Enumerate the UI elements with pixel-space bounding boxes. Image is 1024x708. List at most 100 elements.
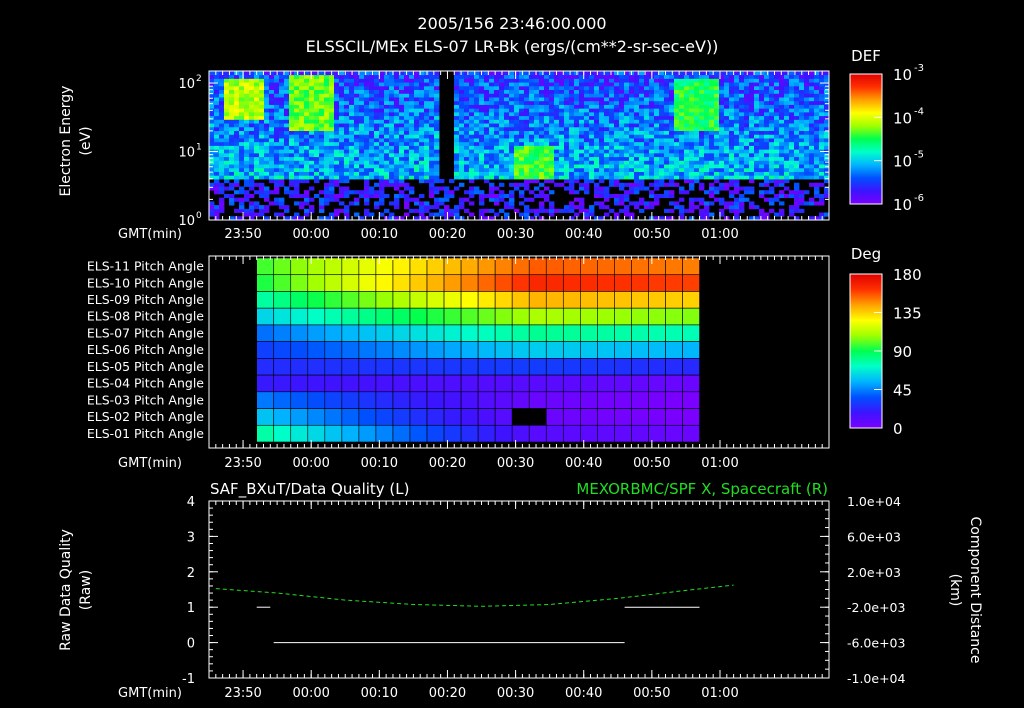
spectrogram-cell	[314, 97, 320, 102]
spectrogram-cell	[369, 85, 375, 91]
spectrogram-cell	[644, 134, 650, 139]
spectrogram-cell	[734, 205, 740, 210]
spectrogram-cell	[699, 160, 705, 165]
spectrogram-cell	[609, 175, 615, 180]
spectrogram-cell	[294, 186, 300, 191]
spectrogram-cell	[419, 156, 425, 161]
spectrogram-cell	[729, 182, 735, 187]
spectrogram-cell	[404, 89, 410, 94]
spectrogram-cell	[459, 104, 465, 109]
spectrogram-cell	[289, 141, 295, 146]
spectrogram-cell	[639, 78, 645, 83]
spectrogram-cell	[619, 74, 625, 79]
spectrogram-cell	[284, 123, 290, 128]
spectrogram-cell	[559, 126, 565, 132]
spectrogram-cell	[714, 71, 720, 76]
spectrogram-cell	[754, 156, 760, 161]
spectrogram-cell	[664, 93, 670, 98]
spectrogram-cell	[334, 134, 340, 139]
spectrogram-cell	[424, 208, 430, 213]
spectrogram-cell	[294, 119, 300, 124]
spectrogram-cell	[749, 171, 755, 176]
spectrogram-cell	[274, 156, 280, 161]
spectrogram-cell	[669, 175, 675, 180]
spectrogram-cell	[234, 145, 240, 150]
spectrogram-cell	[399, 175, 405, 180]
pitch-cell	[409, 391, 428, 409]
spectrogram-cell	[619, 111, 625, 117]
spectrogram-cell	[344, 104, 350, 109]
spectrogram-cell	[319, 71, 325, 76]
spectrogram-cell	[294, 97, 300, 102]
spectrogram-cell	[759, 171, 765, 176]
spectrogram-cell	[524, 205, 530, 210]
spectrogram-cell	[574, 123, 580, 128]
spectrogram-cell	[434, 156, 440, 161]
spectrogram-cell	[734, 108, 740, 113]
spectrogram-cell	[384, 108, 390, 113]
spectrogram-cell	[459, 182, 465, 187]
spectrogram-cell	[509, 175, 515, 180]
spectrogram-cell	[449, 212, 455, 217]
spectrogram-cell	[504, 167, 510, 172]
spectrogram-cell	[289, 193, 295, 199]
spectrogram-cell	[234, 149, 240, 154]
spectrogram-cell	[564, 134, 570, 139]
spectrogram-cell	[669, 97, 675, 102]
spectrogram-cell	[604, 164, 610, 169]
spectrogram-cell	[814, 100, 820, 105]
spectrogram-cell	[484, 82, 490, 87]
spectrogram-cell	[574, 149, 580, 154]
spectrogram-cell	[489, 74, 495, 79]
spectrogram-cell	[594, 74, 600, 79]
spectrogram-cell	[529, 78, 535, 83]
pitch-cell	[307, 274, 326, 292]
spectrogram-cell	[244, 156, 250, 161]
spectrogram-cell	[774, 119, 780, 124]
spectrogram-cell	[484, 193, 490, 199]
spectrogram-cell	[344, 149, 350, 154]
spectrogram-cell	[229, 193, 235, 199]
spectrogram-cell	[654, 111, 660, 117]
energy-ylabel-line1: Electron Energy	[58, 86, 74, 197]
spectrogram-cell	[584, 152, 590, 158]
spectrogram-cell	[724, 119, 730, 124]
spectrogram-cell	[289, 115, 295, 120]
spectrogram-cell	[429, 126, 435, 132]
spectrogram-cell	[294, 156, 300, 161]
spectrogram-cell	[659, 97, 665, 102]
spectrogram-cell	[554, 123, 560, 128]
spectrogram-cell	[479, 74, 485, 79]
spectrogram-cell	[689, 130, 695, 135]
spectrogram-cell	[664, 152, 670, 158]
spectrogram-cell	[529, 141, 535, 146]
spectrogram-cell	[594, 175, 600, 180]
spectrogram-cell	[219, 197, 225, 202]
spectrogram-cell	[239, 145, 245, 150]
spectrogram-cell	[384, 145, 390, 150]
spectrogram-cell	[759, 89, 765, 94]
spectrogram-cell	[699, 104, 705, 109]
spectrogram-cell	[484, 126, 490, 132]
spectrogram-cell	[324, 123, 330, 128]
spectrogram-cell	[279, 134, 285, 139]
spectrogram-cell	[454, 141, 460, 146]
spectrogram-cell	[489, 130, 495, 135]
spectrogram-cell	[769, 145, 775, 150]
spectrogram-cell	[729, 205, 735, 210]
spectrogram-cell	[604, 171, 610, 176]
spectrogram-cell	[639, 89, 645, 94]
spectrogram-cell	[599, 78, 605, 83]
spectrogram-cell	[689, 71, 695, 76]
spectrogram-cell	[484, 171, 490, 176]
spectrogram-cell	[494, 97, 500, 102]
spectrogram-cell	[214, 71, 220, 76]
spectrogram-cell	[789, 126, 795, 132]
spectrogram-cell	[464, 167, 470, 172]
spectrogram-cell	[604, 115, 610, 120]
spectrogram-cell	[259, 78, 265, 83]
spectrogram-cell	[494, 111, 500, 117]
spectrogram-cell	[244, 152, 250, 158]
spectrogram-cell	[234, 160, 240, 165]
spectrogram-cell	[274, 115, 280, 120]
